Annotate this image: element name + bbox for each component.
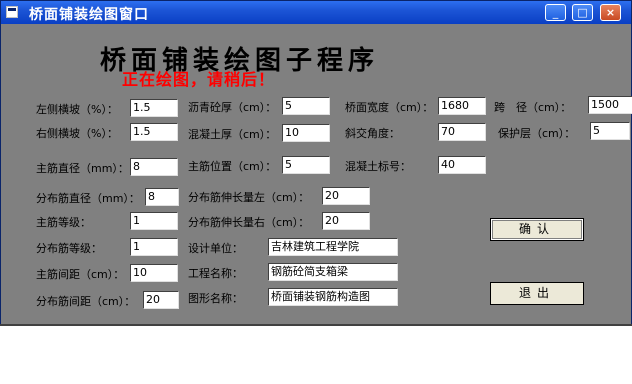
- project-name-input[interactable]: 钢筋砼简支箱梁: [268, 263, 398, 281]
- drawing-name-input[interactable]: 桥面铺装钢筋构造图: [268, 288, 398, 306]
- drawing-name-label: 图形名称：: [188, 292, 243, 305]
- bridge-width-input[interactable]: 1680: [438, 97, 486, 115]
- main-position-label: 主筋位置（cm）：: [188, 160, 277, 173]
- asphalt-thick-label: 沥青砼厚（cm）：: [188, 101, 277, 114]
- dist-spacing-input[interactable]: 20: [143, 291, 179, 309]
- main-grade-label: 主筋等级：: [36, 216, 91, 229]
- left-slope-input[interactable]: 1.5: [130, 99, 178, 117]
- asphalt-thick-input[interactable]: 5: [282, 97, 330, 115]
- bridge-width-label: 桥面宽度（cm）：: [345, 101, 434, 114]
- close-button[interactable]: ×: [600, 4, 621, 21]
- span-input[interactable]: 1500: [588, 96, 632, 114]
- maximize-button[interactable]: □: [572, 4, 593, 21]
- status-text: 正在绘图，请稍后！: [122, 70, 276, 89]
- dist-ext-right-input[interactable]: 20: [322, 212, 370, 230]
- project-name-label: 工程名称：: [188, 267, 243, 280]
- window-bottom-border: [0, 324, 632, 326]
- main-diameter-label: 主筋直径（mm）：: [36, 162, 129, 175]
- main-grade-input[interactable]: 1: [130, 212, 178, 230]
- design-unit-label: 设计单位：: [188, 242, 243, 255]
- main-spacing-label: 主筋间距（cm）：: [36, 268, 125, 281]
- concrete-grade-input[interactable]: 40: [438, 156, 486, 174]
- dist-diameter-label: 分布筋直径（mm）：: [36, 192, 140, 205]
- window-icon[interactable]: [6, 6, 18, 18]
- cover-label: 保护层（cm）：: [498, 127, 576, 140]
- confirm-button[interactable]: 确认: [490, 218, 584, 241]
- dist-grade-label: 分布筋等级：: [36, 242, 102, 255]
- cover-input[interactable]: 5: [590, 122, 630, 140]
- dist-ext-right-label: 分布筋伸长量右（cm）：: [188, 216, 310, 229]
- window-title: 桥面铺装绘图窗口: [29, 7, 149, 23]
- title-bar[interactable]: 桥面铺装绘图窗口 _ □ ×: [1, 1, 631, 24]
- main-position-input[interactable]: 5: [282, 156, 330, 174]
- concrete-thick-input[interactable]: 10: [282, 124, 330, 142]
- design-unit-input[interactable]: 吉林建筑工程学院: [268, 238, 398, 256]
- skew-angle-label: 斜交角度：: [345, 127, 400, 140]
- left-slope-label: 左侧横坡（%）：: [36, 103, 118, 116]
- concrete-thick-label: 混凝土厚（cm）：: [188, 128, 277, 141]
- concrete-grade-label: 混凝土标号：: [345, 160, 411, 173]
- dist-grade-input[interactable]: 1: [130, 238, 178, 256]
- main-diameter-input[interactable]: 8: [130, 158, 178, 176]
- dist-spacing-label: 分布筋间距（cm）：: [36, 295, 136, 308]
- skew-angle-input[interactable]: 70: [438, 123, 486, 141]
- right-slope-input[interactable]: 1.5: [130, 123, 178, 141]
- minimize-button[interactable]: _: [545, 4, 566, 21]
- dist-diameter-input[interactable]: 8: [145, 188, 179, 206]
- main-spacing-input[interactable]: 10: [130, 264, 178, 282]
- dist-ext-left-input[interactable]: 20: [322, 187, 370, 205]
- span-label: 跨 径（cm）：: [494, 101, 572, 114]
- dist-ext-left-label: 分布筋伸长量左（cm）：: [188, 191, 310, 204]
- right-slope-label: 右侧横坡（%）：: [36, 127, 118, 140]
- exit-button[interactable]: 退出: [490, 282, 584, 305]
